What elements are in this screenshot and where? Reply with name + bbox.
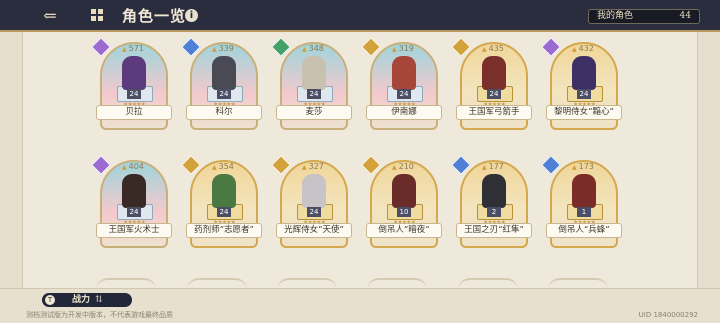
character-card[interactable]: 32724★★★★★光辉侍女“天使” [271,155,352,260]
character-card[interactable]: 31924★★★★★伊南娜 [361,37,442,142]
power-value: 327 [302,162,324,171]
character-name: 药剂师“志愿者” [186,223,262,238]
power-value: 210 [392,162,414,171]
character-card[interactable]: 43524★★★★★王国军弓箭手 [451,37,532,142]
character-card[interactable]: 33924★★★★★科尔 [181,37,262,142]
power-value: 319 [392,44,414,53]
character-sprite [572,56,596,90]
character-name: 倒吊人“兵蜂” [546,223,622,238]
character-card[interactable]: 1731★★★★★倒吊人“兵蜂” [541,155,622,260]
power-value: 348 [302,44,324,53]
character-card[interactable]: 34824★★★★★麦莎 [271,37,352,142]
character-card[interactable]: 40424★★★★★王国军火术士 [91,155,172,260]
character-name: 倒吊人“暗夜” [366,223,442,238]
level-badge: 24 [127,207,141,217]
character-name: 黎明侍女“黯心” [546,105,622,120]
power-value: 435 [482,44,504,53]
level-badge: 24 [127,89,141,99]
character-name: 科尔 [186,105,262,120]
bottom-bar: T 战力 ⇅ 测档测试版为开发中版本，不代表游戏最终品质 UID 1840000… [0,288,720,323]
character-sprite [302,174,326,208]
user-id: UID 1840000292 [638,311,698,319]
character-sprite [392,174,416,208]
page-title: 角色一览 [122,7,187,25]
character-name: 王国军弓箭手 [456,105,532,120]
character-sprite [482,56,506,90]
level-badge: 24 [217,207,231,217]
back-arrow-icon[interactable]: ⇐ [36,6,64,26]
level-badge: 24 [307,89,321,99]
level-badge: 2 [487,207,501,217]
level-badge: 24 [487,89,501,99]
character-name: 麦莎 [276,105,352,120]
character-sprite [122,174,146,208]
level-badge: 24 [217,89,231,99]
sort-type-icon: T [45,295,55,305]
character-card[interactable]: 43224★★★★★黎明侍女“黯心” [541,37,622,142]
sort-by-power-button[interactable]: T 战力 ⇅ [42,293,132,307]
character-sprite [122,56,146,90]
level-badge: 24 [577,89,591,99]
top-bar: ⇐ 角色一览 i 我的角色 44 [0,0,720,32]
character-name: 光辉侍女“天使” [276,223,352,238]
character-count-value: 44 [679,11,691,21]
character-count-label: 我的角色 [597,11,634,21]
right-side-panel [697,32,720,290]
power-value: 339 [212,44,234,53]
character-card[interactable]: 1772★★★★★王国之刃“红隼” [451,155,532,260]
level-badge: 1 [577,207,591,217]
disclaimer-text: 测档测试版为开发中版本，不代表游戏最终品质 [26,311,173,319]
character-count-box: 我的角色 44 [588,9,700,24]
level-badge: 24 [397,89,411,99]
character-sprite [302,56,326,90]
info-icon[interactable]: i [185,9,198,22]
power-value: 354 [212,162,234,171]
character-name: 王国军火术士 [96,223,172,238]
character-card[interactable]: 57124★★★★★贝拉 [91,37,172,142]
character-sprite [392,56,416,90]
character-sprite [572,174,596,208]
sort-label: 战力 [72,295,91,305]
power-value: 173 [572,162,594,171]
sort-order-icon: ⇅ [95,295,103,305]
character-sprite [212,56,236,90]
character-name: 伊南娜 [366,105,442,120]
character-card[interactable]: 35424★★★★★药剂师“志愿者” [181,155,262,260]
left-side-panel [0,32,23,290]
character-name: 贝拉 [96,105,172,120]
character-name: 王国之刃“红隼” [456,223,532,238]
power-value: 404 [122,162,144,171]
level-badge: 10 [397,207,411,217]
level-badge: 24 [307,207,321,217]
power-value: 432 [572,44,594,53]
power-value: 177 [482,162,504,171]
grid-menu-icon [91,9,103,21]
power-value: 571 [122,44,144,53]
character-sprite [212,174,236,208]
character-sprite [482,174,506,208]
character-card[interactable]: 21010★★★★★倒吊人“暗夜” [361,155,442,260]
